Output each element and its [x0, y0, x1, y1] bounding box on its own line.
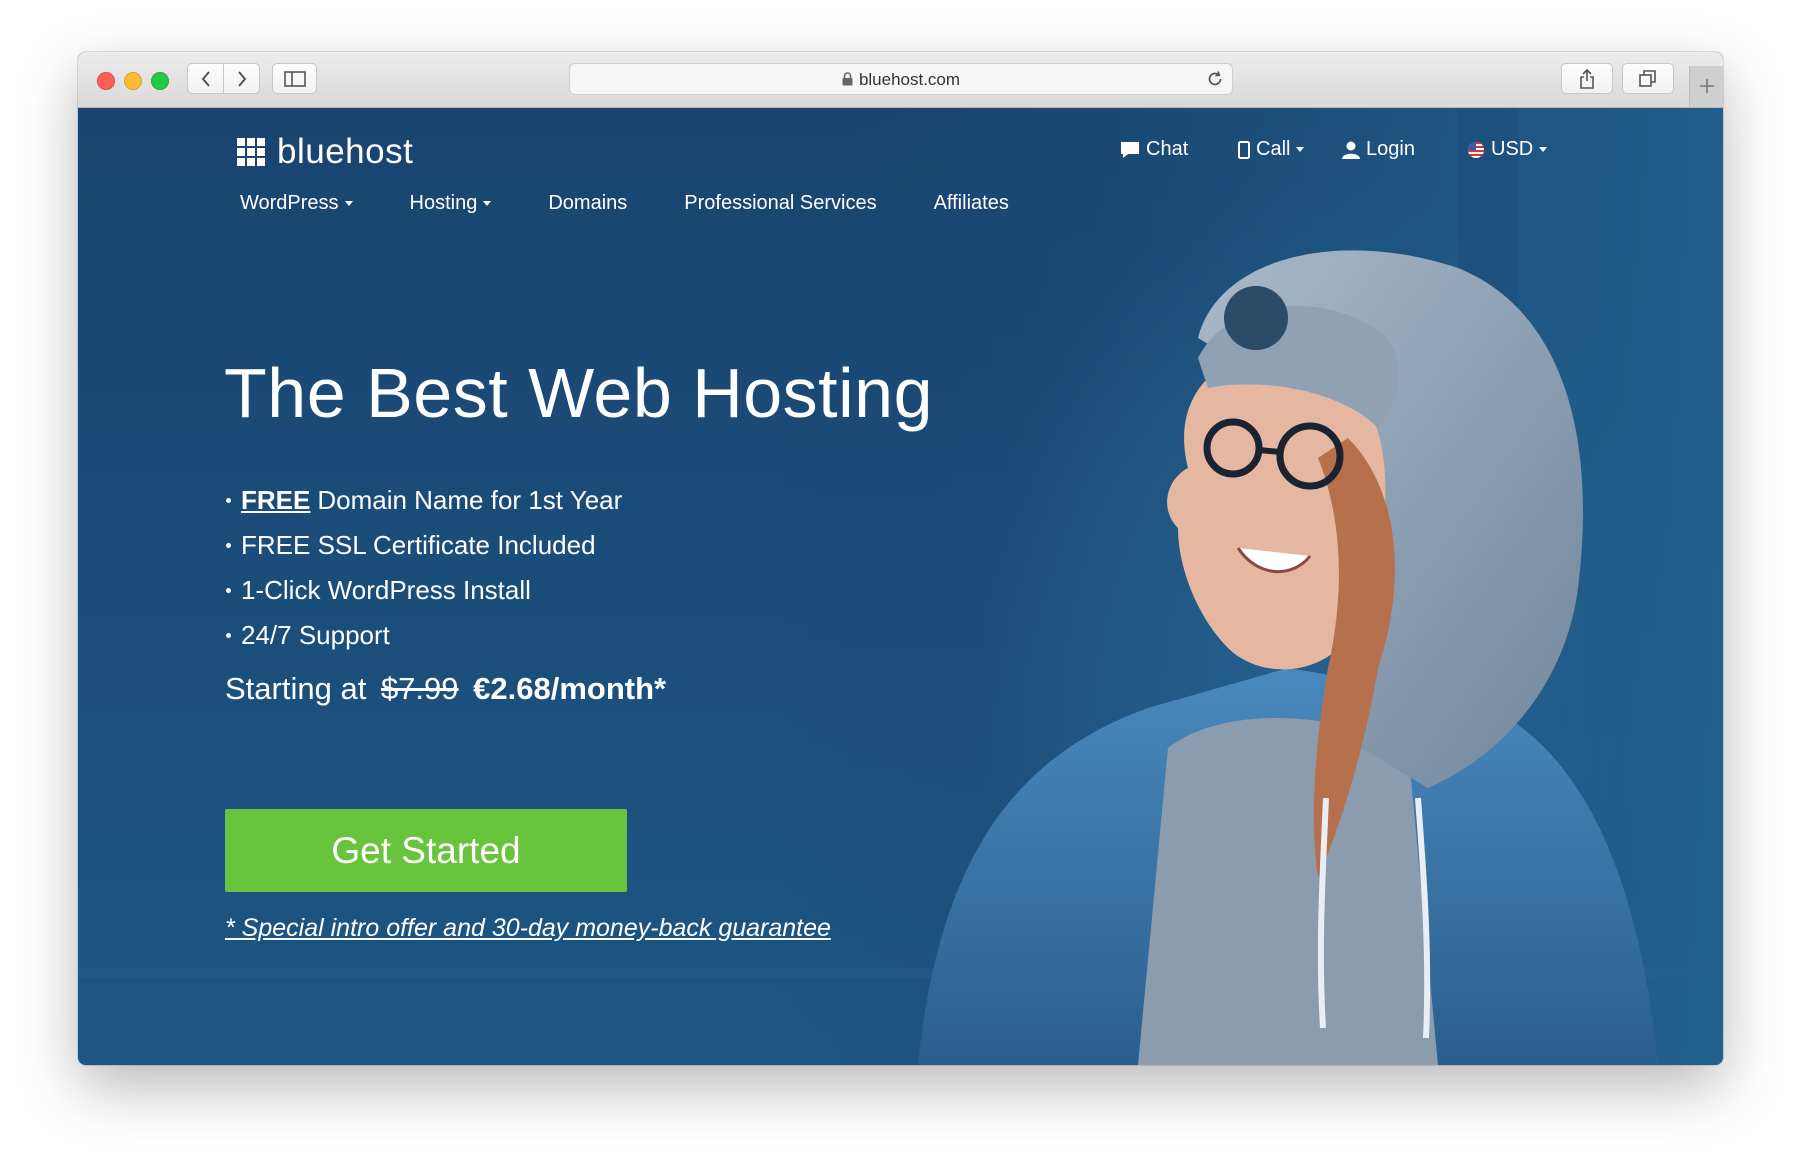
- nav-label: Domains: [548, 192, 628, 214]
- minimize-window-button[interactable]: [124, 72, 142, 90]
- price-line: Starting at $7.99 €2.68/month*: [225, 671, 666, 707]
- plus-icon: [1700, 79, 1714, 93]
- chat-label: Chat: [1146, 138, 1189, 160]
- caret-down-icon: [1296, 147, 1305, 152]
- nav-hosting[interactable]: Hosting: [410, 192, 492, 215]
- chat-icon: [1121, 141, 1139, 158]
- call-label: Call: [1256, 138, 1291, 160]
- nav-label: WordPress: [240, 192, 339, 214]
- browser-toolbar: bluehost.com: [78, 52, 1723, 108]
- bullet-icon: [226, 588, 231, 593]
- feature-emphasis[interactable]: FREE: [241, 485, 310, 516]
- nav-label: Professional Services: [684, 192, 877, 214]
- call-dropdown[interactable]: Call: [1238, 138, 1305, 161]
- feature-item: FREE Domain Name for 1st Year: [226, 478, 622, 523]
- feature-text: FREE SSL Certificate Included: [241, 530, 596, 560]
- logo-text: bluehost: [277, 132, 414, 171]
- feature-text: 24/7 Support: [241, 620, 390, 650]
- back-button[interactable]: [187, 63, 224, 94]
- feature-item: 1-Click WordPress Install: [226, 568, 622, 613]
- bullet-icon: [226, 498, 231, 503]
- logo-grid-icon: [237, 138, 265, 166]
- sidebar-toggle-button[interactable]: [272, 63, 317, 94]
- bullet-icon: [226, 633, 231, 638]
- nav-label: Affiliates: [933, 192, 1009, 214]
- browser-window: bluehost.com bluehost Chat Call Login US…: [78, 52, 1723, 1065]
- main-nav: WordPress Hosting Domains Professional S…: [240, 192, 1066, 215]
- reload-icon[interactable]: [1206, 70, 1224, 88]
- caret-down-icon: [344, 201, 353, 207]
- currency-dropdown[interactable]: USD: [1467, 138, 1548, 161]
- nav-label: Hosting: [409, 192, 478, 214]
- feature-list: FREE Domain Name for 1st Year FREE SSL Ce…: [226, 478, 622, 658]
- share-icon: [1580, 68, 1594, 89]
- close-window-button[interactable]: [97, 72, 115, 90]
- chevron-right-icon: [237, 70, 246, 87]
- caret-down-icon: [1539, 147, 1548, 152]
- feature-text: 1-Click WordPress Install: [241, 575, 531, 605]
- forward-button[interactable]: [223, 63, 260, 94]
- us-flag-icon: [1468, 141, 1484, 158]
- feature-item: 24/7 Support: [226, 613, 622, 658]
- bluehost-page: bluehost Chat Call Login USD WordPress H…: [78, 108, 1723, 1065]
- price-prefix: Starting at: [225, 671, 367, 706]
- guarantee-link[interactable]: * Special intro offer and 30-day money-b…: [225, 914, 831, 943]
- lock-icon: [842, 72, 853, 86]
- url-text: bluehost.com: [858, 70, 961, 89]
- phone-icon: [1238, 140, 1250, 159]
- feature-item: FREE SSL Certificate Included: [226, 523, 622, 568]
- login-label: Login: [1366, 138, 1415, 160]
- tab-overview-button[interactable]: [1622, 63, 1674, 94]
- bluehost-logo[interactable]: bluehost: [237, 132, 413, 172]
- zoom-window-button[interactable]: [151, 72, 169, 90]
- user-icon: [1342, 141, 1360, 159]
- chevron-left-icon: [201, 70, 210, 87]
- nav-professional-services[interactable]: Professional Services: [684, 192, 876, 215]
- feature-text: Domain Name for 1st Year: [317, 485, 623, 515]
- share-button[interactable]: [1561, 63, 1613, 94]
- nav-domains[interactable]: Domains: [548, 192, 627, 215]
- new-tab-button[interactable]: [1689, 66, 1723, 107]
- sidebar-icon: [283, 70, 306, 87]
- old-price: $7.99: [380, 671, 459, 706]
- address-bar[interactable]: bluehost.com: [569, 63, 1233, 95]
- tabs-icon: [1639, 69, 1656, 87]
- chat-link[interactable]: Chat: [1120, 138, 1188, 161]
- currency-label: USD: [1491, 138, 1534, 160]
- bullet-icon: [226, 543, 231, 548]
- caret-down-icon: [483, 201, 492, 207]
- login-link[interactable]: Login: [1342, 138, 1415, 161]
- nav-wordpress[interactable]: WordPress: [240, 192, 353, 215]
- nav-affiliates[interactable]: Affiliates: [934, 192, 1009, 215]
- new-price: €2.68/month*: [473, 671, 667, 706]
- hero-headline: The Best Web Hosting: [224, 354, 934, 432]
- get-started-button[interactable]: Get Started: [225, 809, 627, 892]
